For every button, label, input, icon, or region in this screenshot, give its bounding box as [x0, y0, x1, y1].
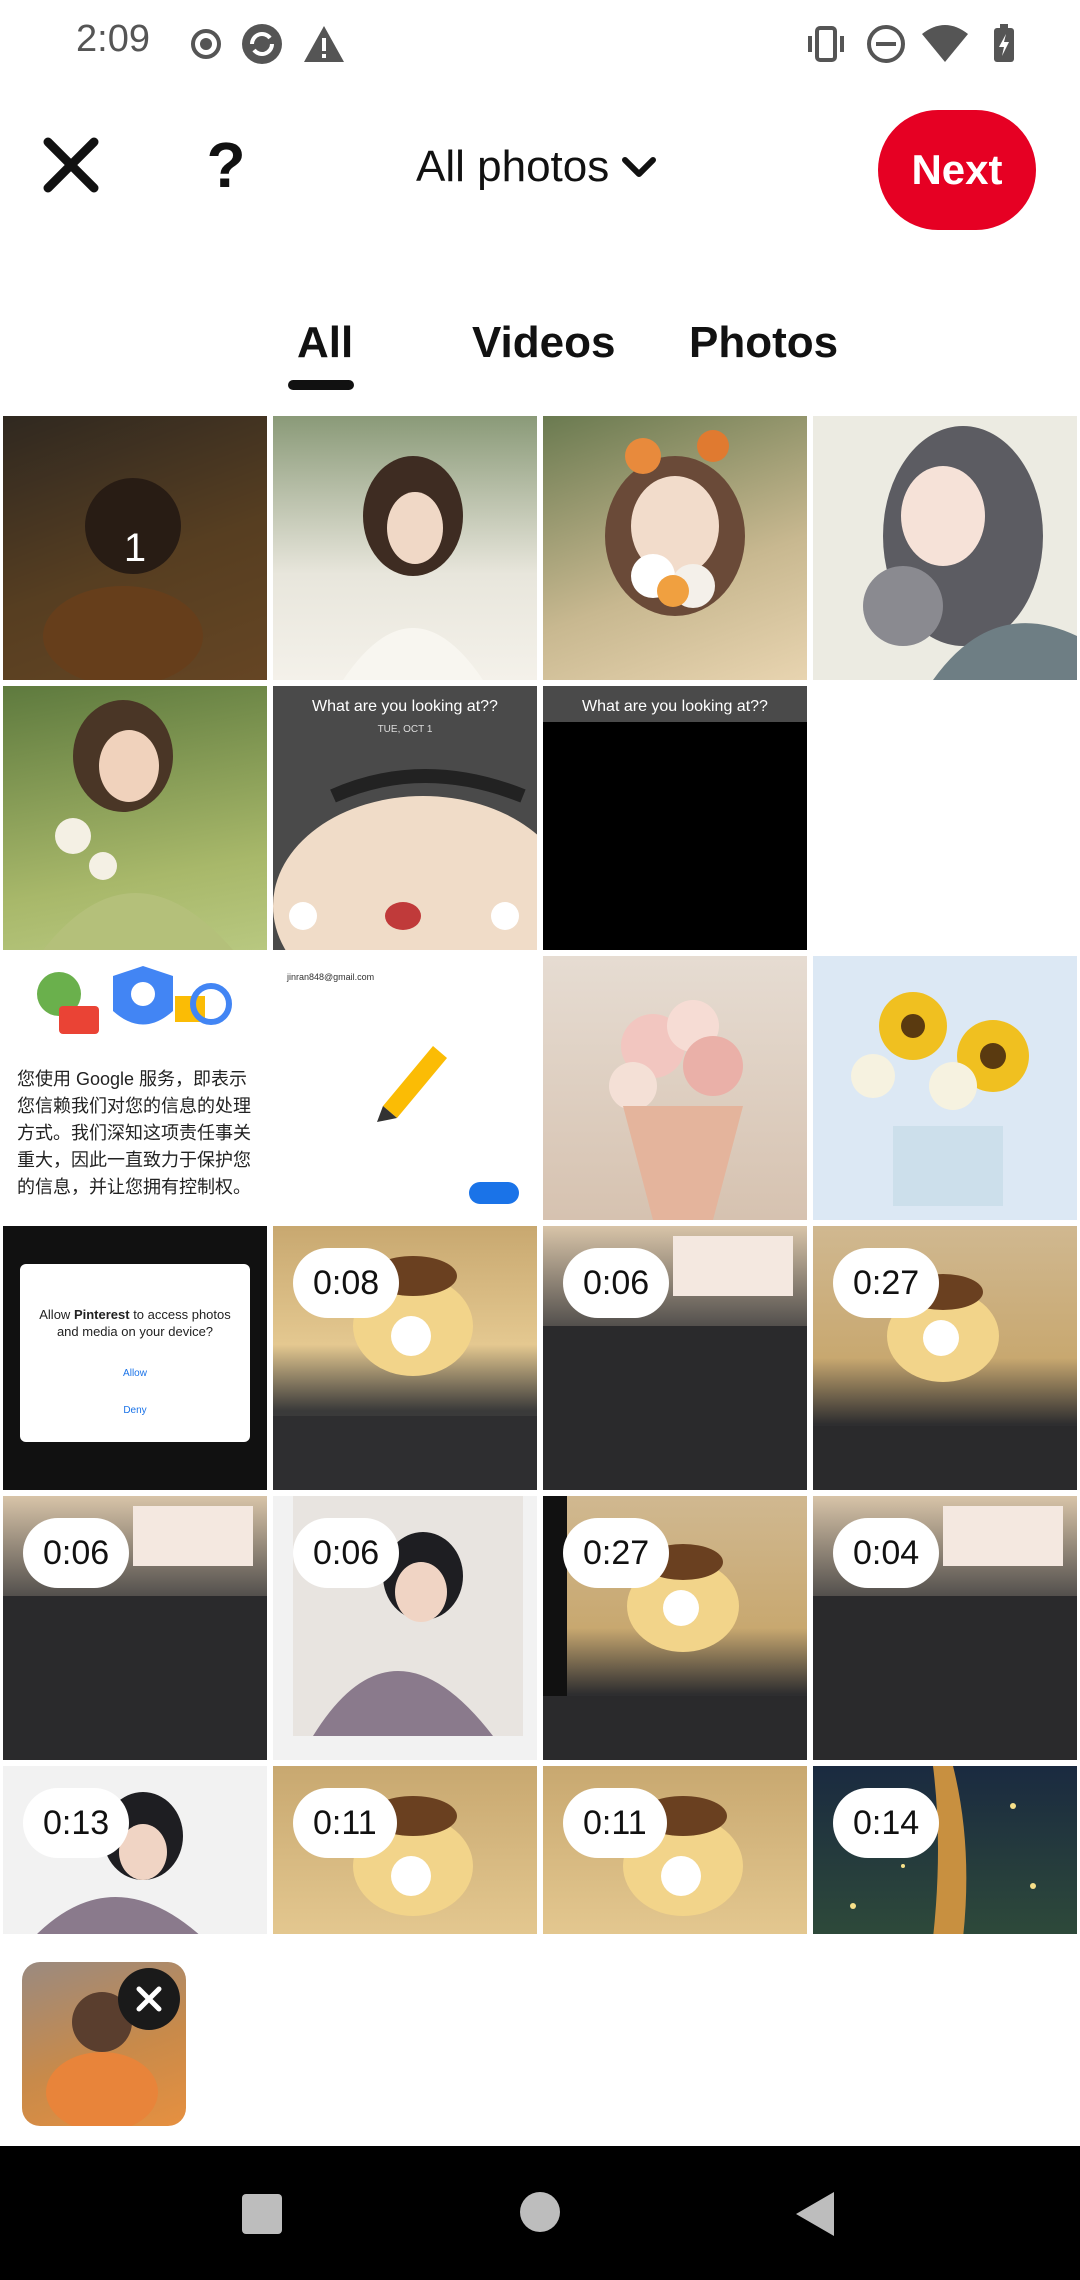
recents-square-icon[interactable] [240, 2192, 284, 2236]
media-tile[interactable]: 0:06 [543, 1226, 807, 1490]
media-tile[interactable] [543, 956, 807, 1220]
media-tile[interactable]: 您使用 Google 服务，即表示您信赖我们对您的信息的处理方式。我们深知这项责… [3, 956, 267, 1220]
pencil-icon [377, 1046, 447, 1122]
status-time: 2:09 [76, 18, 150, 60]
tab-all[interactable]: All [297, 318, 353, 368]
media-tile[interactable]: What are you looking at?? TUE, OCT 1 [273, 686, 537, 950]
media-tile[interactable]: 0:11 [273, 1766, 537, 1938]
record-icon [191, 29, 221, 59]
media-tile[interactable]: 0:27 [543, 1496, 807, 1760]
media-tile[interactable]: 0:27 [813, 1226, 1077, 1490]
video-duration: 0:13 [23, 1788, 130, 1858]
video-duration: 0:08 [293, 1248, 400, 1318]
media-tile[interactable] [813, 956, 1077, 1220]
selected-order-badge: 1 [3, 416, 267, 680]
media-tile[interactable] [3, 686, 267, 950]
policy-text: 您使用 Google 服务，即表示您信赖我们对您的信息的处理方式。我们深知这项责… [17, 1069, 251, 1197]
video-duration: 0:27 [833, 1248, 940, 1318]
battery-icon [994, 24, 1014, 62]
screenshot-text: What are you looking at?? [312, 698, 498, 715]
tile-image [609, 1000, 743, 1220]
close-icon [136, 1986, 162, 2012]
allow-button: Allow [123, 1368, 147, 1379]
home-circle-icon[interactable] [518, 2190, 562, 2234]
media-tile[interactable]: 0:04 [813, 1496, 1077, 1760]
tile-image [851, 992, 1029, 1206]
account-email: jinran848@gmail.com [287, 972, 375, 982]
video-duration: 0:04 [833, 1518, 940, 1588]
back-triangle-icon[interactable] [794, 2190, 838, 2238]
video-duration: 0:11 [563, 1788, 667, 1858]
screenshot-date: TUE, OCT 1 [377, 724, 433, 735]
media-tile[interactable] [273, 416, 537, 680]
wifi-icon [922, 25, 968, 62]
media-tile[interactable] [543, 416, 807, 680]
media-tile[interactable]: 0:06 [273, 1496, 537, 1760]
sync-icon [242, 24, 282, 64]
video-duration: 0:06 [563, 1248, 670, 1318]
dnd-icon [867, 25, 905, 63]
permission-title: Allow Pinterest to access photos and med… [39, 1307, 231, 1339]
media-tile[interactable]: Allow Pinterest to access photos and med… [3, 1226, 267, 1490]
tab-photos[interactable]: Photos [689, 318, 838, 368]
tile-image [273, 769, 537, 950]
deny-button: Deny [123, 1405, 147, 1416]
vibrate-icon [808, 26, 844, 62]
album-title: All photos [416, 142, 610, 191]
screenshot-text: What are you looking at?? [582, 698, 768, 715]
media-tile[interactable]: 0:13 [3, 1766, 267, 1938]
tile-image [863, 426, 1077, 680]
media-tile[interactable]: 0:14 [813, 1766, 1077, 1938]
status-bar: 2:09 [0, 0, 1080, 88]
tile-image [37, 966, 232, 1034]
media-tile[interactable]: What are you looking at?? [543, 686, 807, 950]
video-duration: 0:27 [563, 1518, 670, 1588]
media-tile[interactable]: 0:08 [273, 1226, 537, 1490]
video-duration: 0:06 [293, 1518, 400, 1588]
media-tile[interactable]: jinran848@gmail.com [273, 956, 537, 1220]
chevron-down-icon [622, 157, 657, 177]
permission-dialog: Allow Pinterest to access photos and med… [20, 1264, 250, 1442]
tab-videos[interactable]: Videos [472, 318, 615, 368]
remove-selection-button[interactable] [118, 1968, 180, 2030]
tab-selected-indicator [288, 380, 354, 390]
close-button[interactable] [36, 130, 106, 200]
album-selector[interactable]: All photos [416, 142, 657, 192]
media-tile[interactable]: 0:06 [3, 1496, 267, 1760]
system-nav-bar [0, 2146, 1080, 2280]
tile-image [43, 700, 233, 950]
video-duration: 0:11 [293, 1788, 397, 1858]
tile-image [343, 456, 483, 680]
video-duration: 0:06 [23, 1518, 130, 1588]
help-button[interactable]: ? [196, 129, 256, 201]
close-icon [43, 137, 99, 193]
next-button[interactable]: Next [878, 110, 1036, 230]
tile-image [605, 430, 745, 616]
video-duration: 0:14 [833, 1788, 940, 1858]
media-tile[interactable]: 0:11 [543, 1766, 807, 1938]
warning-icon [304, 26, 344, 62]
media-tile[interactable] [813, 416, 1077, 680]
continue-button [469, 1182, 519, 1204]
media-tile[interactable]: 1 [3, 416, 267, 680]
